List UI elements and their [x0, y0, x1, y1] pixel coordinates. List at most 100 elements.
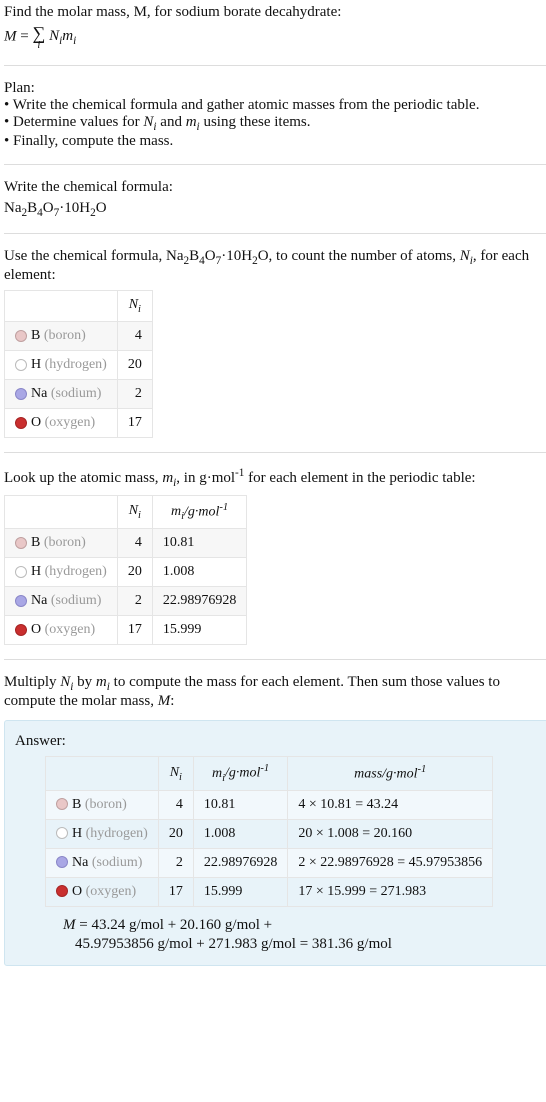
t: for each element in the periodic table: — [244, 470, 475, 486]
el-m: 1.008 — [152, 558, 247, 587]
element-dot-icon — [15, 595, 27, 607]
table-row: O (oxygen) 1715.99917 × 15.999 = 271.983 — [46, 877, 493, 906]
el-m: 22.98976928 — [193, 848, 288, 877]
plan-b2-post: using these items. — [200, 114, 311, 130]
el-name: O — [72, 884, 82, 899]
el-n: 4 — [117, 529, 152, 558]
el-m: 1.008 — [193, 819, 288, 848]
t: B — [189, 248, 199, 264]
el-m: 10.81 — [193, 790, 288, 819]
el-mass: 20 × 1.008 = 20.160 — [288, 819, 493, 848]
element-dot-icon — [15, 359, 27, 371]
el-grey: (oxygen) — [45, 622, 96, 637]
el-grey: (hydrogen) — [45, 564, 107, 579]
element-dot-icon — [56, 827, 68, 839]
el-name: Na — [31, 386, 47, 401]
el-grey: (sodium) — [51, 386, 102, 401]
counts-heading: Use the chemical formula, Na2B4O7·10H2O,… — [4, 248, 546, 284]
answer-heading: Answer: — [15, 733, 539, 750]
lookup-table: Nimi/g·mol-1 B (boron)410.81 H (hydrogen… — [4, 495, 247, 645]
el-name: O — [31, 622, 41, 637]
el-n: 2 — [117, 587, 152, 616]
t: O, to count the number of atoms, — [258, 248, 460, 264]
el-name: B — [31, 535, 40, 550]
el-n: 20 — [158, 819, 193, 848]
element-dot-icon — [15, 417, 27, 429]
counts-table: Ni B (boron)4 H (hydrogen)20 Na (sodium)… — [4, 290, 153, 438]
intro-eq: M = ∑i Nimi — [4, 23, 546, 51]
plan-b2-mid: and — [157, 114, 186, 130]
intro-line: Find the molar mass, M, for sodium borat… — [4, 4, 546, 21]
t: by — [73, 674, 96, 690]
element-dot-icon — [15, 537, 27, 549]
element-dot-icon — [15, 566, 27, 578]
el-n: 4 — [158, 790, 193, 819]
table-row: O (oxygen) 17 — [5, 408, 153, 437]
t: Use the chemical formula, Na — [4, 248, 184, 264]
t: O — [205, 248, 216, 264]
el-mass: 2 × 22.98976928 = 45.97953856 — [288, 848, 493, 877]
plan-b3: • Finally, compute the mass. — [4, 133, 546, 150]
t: , in g·mol — [176, 470, 235, 486]
table-row: Na (sodium) 2 — [5, 379, 153, 408]
el-n: 20 — [117, 558, 152, 587]
table-row: B (boron) 4 — [5, 321, 153, 350]
el-name: H — [31, 564, 41, 579]
table-row: H (hydrogen) 201.008 — [5, 558, 247, 587]
el-mass: 4 × 10.81 = 43.24 — [288, 790, 493, 819]
element-dot-icon — [15, 624, 27, 636]
el-n: 2 — [158, 848, 193, 877]
table-row: H (hydrogen)20 — [5, 350, 153, 379]
el-n: 17 — [117, 408, 152, 437]
el-name: B — [72, 797, 81, 812]
el-grey: (boron) — [85, 797, 127, 812]
answer-table: Nimi/g·mol-1mass/g·mol-1 B (boron)410.81… — [45, 756, 493, 906]
el-name: B — [31, 328, 40, 343]
answer-eq2: 45.97953856 g/mol + 271.983 g/mol = 381.… — [75, 936, 392, 953]
intro-text: Find the molar mass, M, for sodium borat… — [4, 4, 341, 20]
multiply-heading: Multiply Ni by mi to compute the mass fo… — [4, 674, 546, 710]
plan-heading: Plan: — [4, 80, 546, 97]
el-m: 15.999 — [193, 877, 288, 906]
el-n: 2 — [117, 379, 152, 408]
el-grey: (oxygen) — [45, 415, 96, 430]
answer-eq1: M = 43.24 g/mol + 20.160 g/mol + — [63, 917, 272, 934]
el-grey: (boron) — [44, 535, 86, 550]
el-mass: 17 × 15.999 = 271.983 — [288, 877, 493, 906]
element-dot-icon — [15, 388, 27, 400]
el-grey: (oxygen) — [86, 884, 137, 899]
element-dot-icon — [56, 856, 68, 868]
chemical-formula: Na2B4O7·10H2O — [4, 200, 546, 219]
el-name: O — [31, 415, 41, 430]
table-row: Na (sodium) 222.989769282 × 22.98976928 =… — [46, 848, 493, 877]
lookup-heading: Look up the atomic mass, mi, in g·mol-1 … — [4, 467, 546, 489]
formula-heading: Write the chemical formula: — [4, 179, 546, 196]
el-grey: (hydrogen) — [45, 357, 107, 372]
el-grey: (sodium) — [92, 855, 143, 870]
el-grey: (hydrogen) — [86, 826, 148, 841]
plan-b1: • Write the chemical formula and gather … — [4, 97, 546, 114]
table-row: O (oxygen)1715.999 — [5, 616, 247, 645]
el-name: Na — [72, 855, 88, 870]
plan-b2-pre: • Determine values for — [4, 114, 143, 130]
table-row: Na (sodium) 222.98976928 — [5, 587, 247, 616]
answer-box: Answer: Nimi/g·mol-1mass/g·mol-1 B (boro… — [4, 720, 546, 965]
el-name: Na — [31, 593, 47, 608]
element-dot-icon — [56, 885, 68, 897]
el-grey: (boron) — [44, 328, 86, 343]
table-row: B (boron) 410.814 × 10.81 = 43.24 — [46, 790, 493, 819]
el-n: 4 — [117, 321, 152, 350]
el-name: H — [72, 826, 82, 841]
el-n: 17 — [117, 616, 152, 645]
el-n: 17 — [158, 877, 193, 906]
el-m: 10.81 — [152, 529, 247, 558]
table-row: B (boron) 410.81 — [5, 529, 247, 558]
t: ·10H — [221, 248, 252, 264]
table-row: H (hydrogen) 201.00820 × 1.008 = 20.160 — [46, 819, 493, 848]
plan-b2: • Determine values for Ni and mi using t… — [4, 114, 546, 133]
el-m: 22.98976928 — [152, 587, 247, 616]
element-dot-icon — [15, 330, 27, 342]
t: : — [170, 693, 174, 709]
el-name: H — [31, 357, 41, 372]
el-grey: (sodium) — [51, 593, 102, 608]
